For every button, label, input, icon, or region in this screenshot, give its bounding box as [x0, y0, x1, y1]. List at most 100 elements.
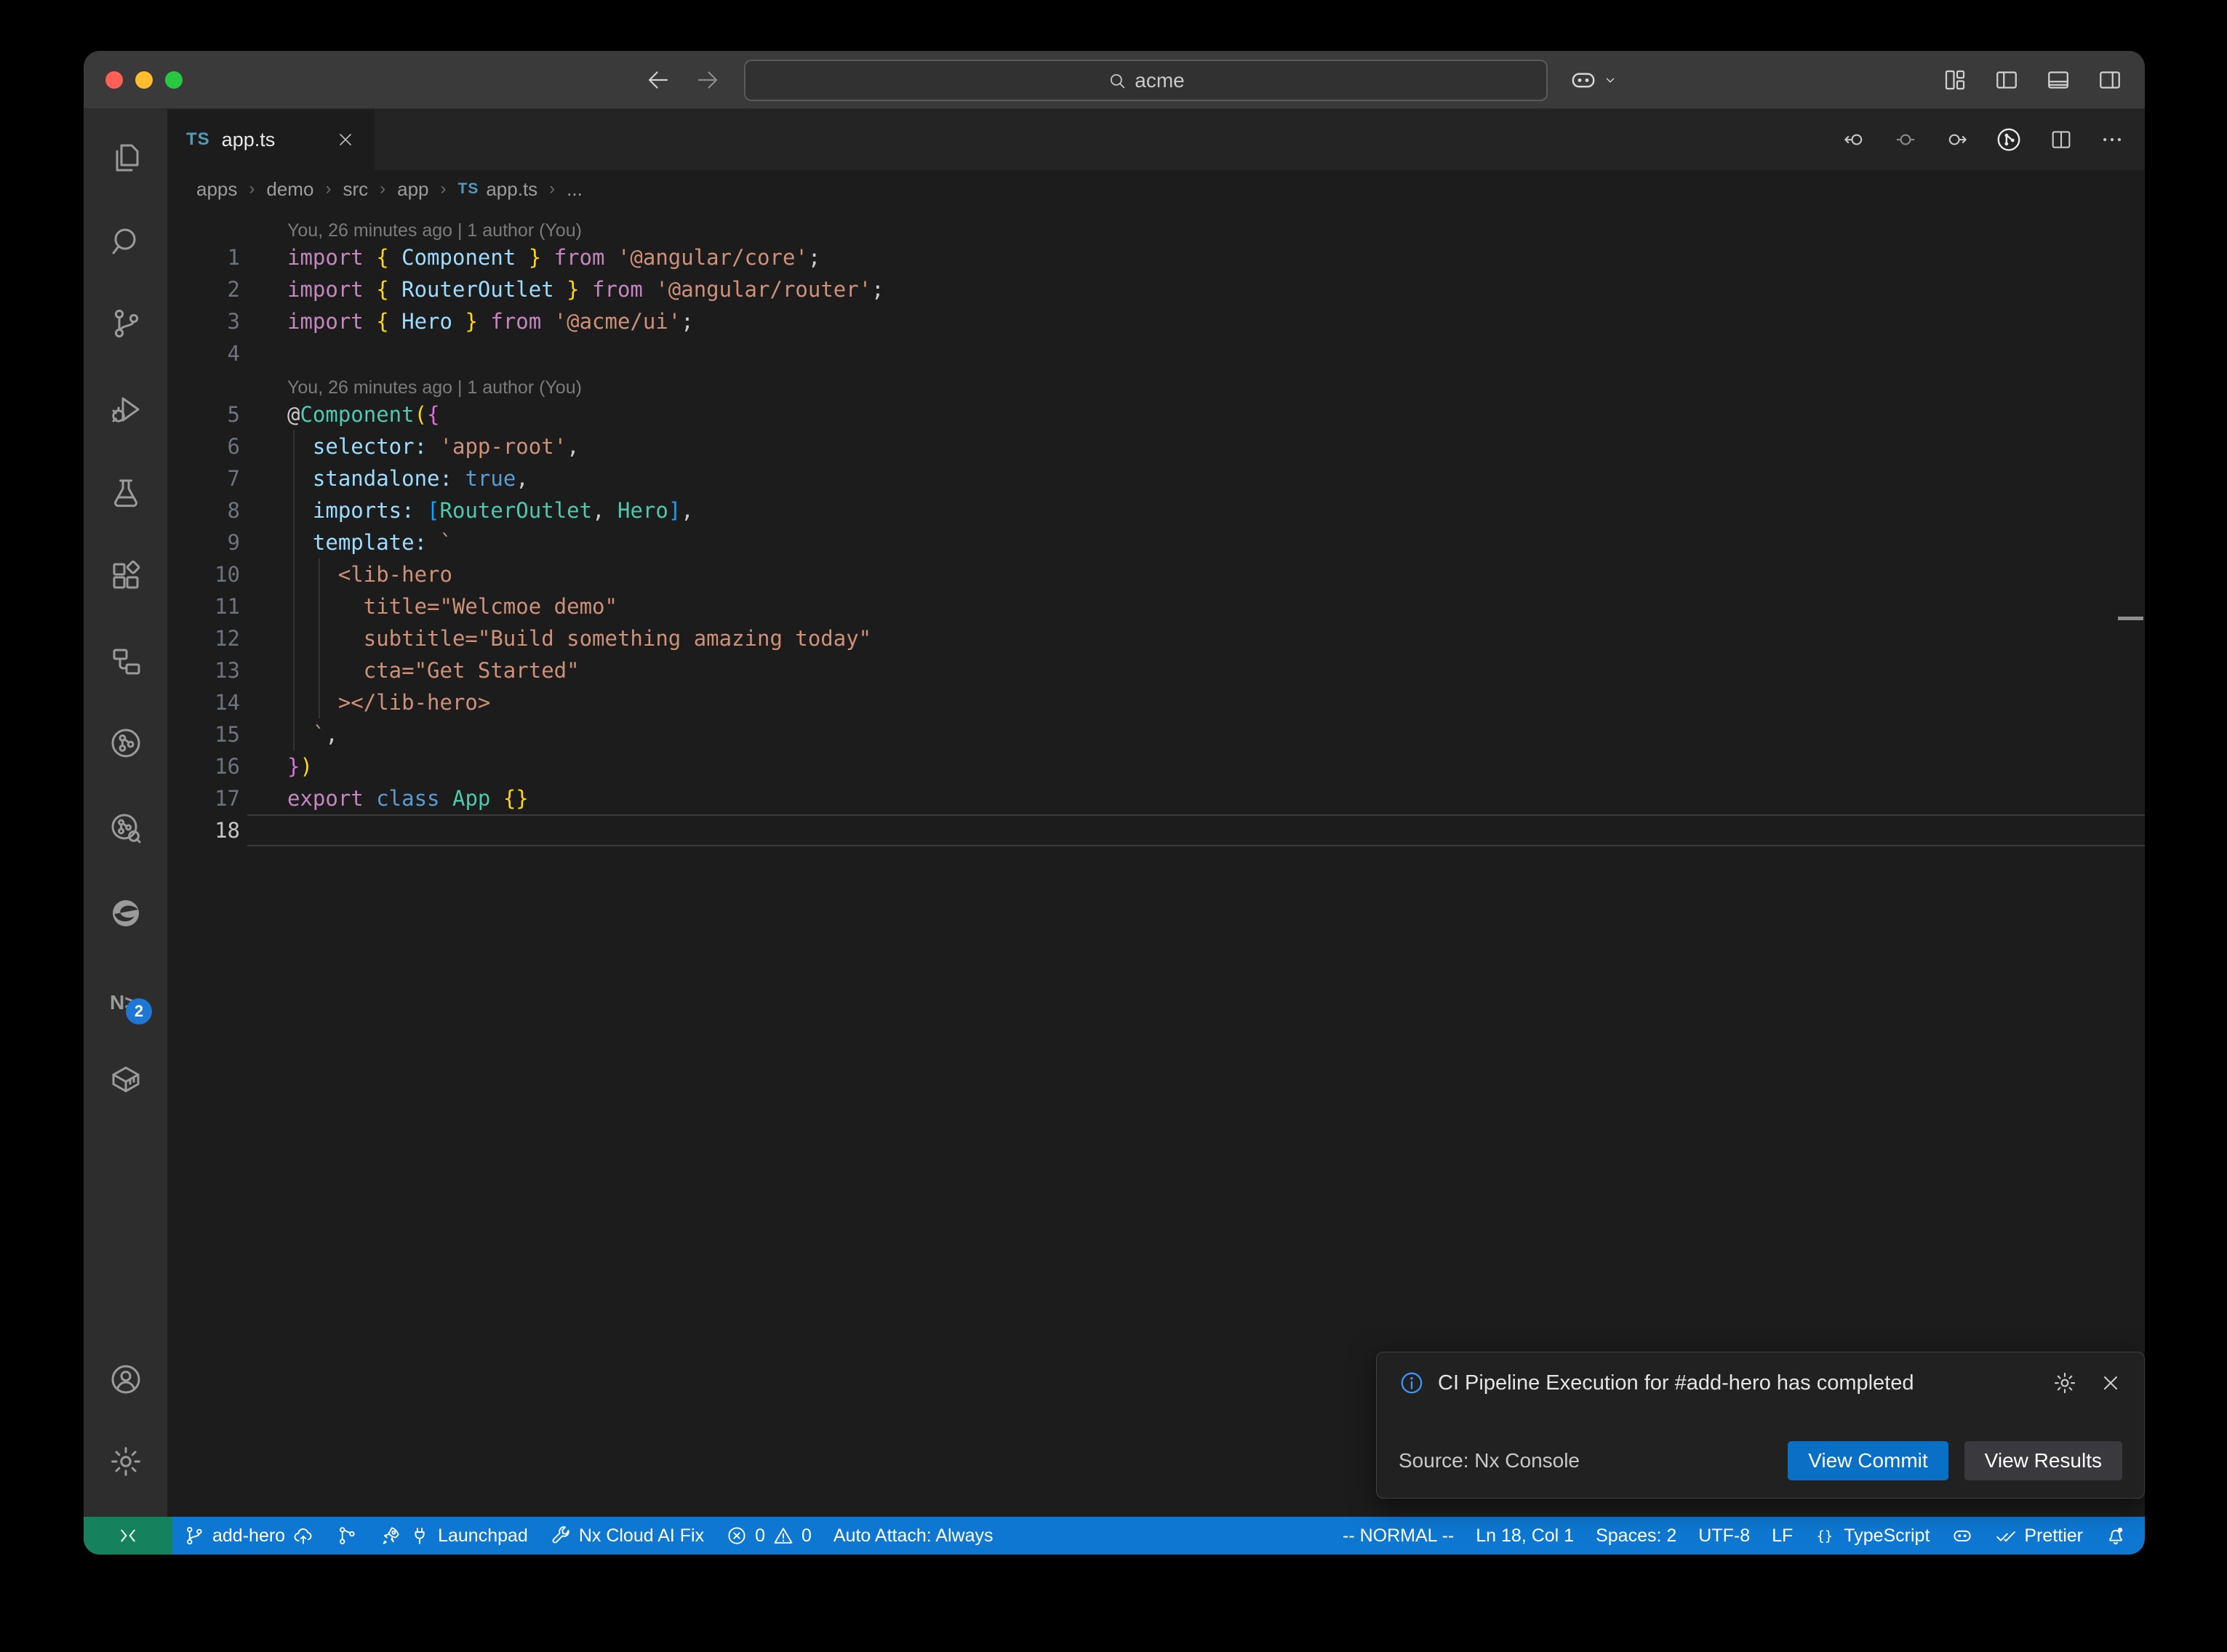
breadcrumb-separator-icon: › — [549, 179, 555, 199]
activity-item-accounts[interactable] — [84, 1358, 167, 1401]
code-text: import { Component } from '@angular/core… — [247, 241, 2145, 273]
command-center-search[interactable]: acme — [744, 60, 1548, 101]
view-results-button[interactable]: View Results — [1964, 1441, 2122, 1480]
layout-controls — [1942, 51, 2123, 109]
breadcrumb-item-app[interactable]: app — [397, 178, 428, 201]
back-icon[interactable] — [645, 67, 671, 93]
customize-layout-icon[interactable] — [1942, 67, 1968, 93]
activity-item-search[interactable] — [84, 220, 167, 263]
remote-indicator[interactable] — [84, 1517, 172, 1555]
forward-icon[interactable] — [695, 67, 721, 93]
activity-item-gitlens[interactable] — [84, 721, 167, 765]
indent-guide — [293, 526, 295, 558]
breadcrumb-item-[interactable]: ... — [567, 178, 583, 201]
code-text: standalone: true, — [247, 462, 2145, 494]
notification-close-icon[interactable] — [2099, 1371, 2122, 1395]
activity-item-nx-console[interactable]: N>2 — [84, 979, 167, 1023]
beaker-icon — [108, 476, 143, 510]
gitlens-search-icon — [108, 811, 143, 846]
code-text — [247, 337, 2145, 369]
line-number: 18 — [167, 818, 247, 843]
status-label: 0 — [755, 1525, 765, 1547]
activity-item-edge-tools[interactable] — [84, 891, 167, 935]
search-icon — [1107, 71, 1127, 91]
encoding-status[interactable]: UTF-8 — [1687, 1517, 1761, 1555]
split-editor-icon[interactable] — [2049, 127, 2074, 152]
code-line-3: 3import { Hero } from '@acme/ui'; — [167, 305, 2145, 337]
more-actions-icon[interactable] — [2100, 127, 2124, 152]
wrench-icon — [550, 1525, 572, 1547]
breadcrumb-item-src[interactable]: src — [343, 178, 368, 201]
status-left: add-hero Launchpad Nx Cloud AI Fix00Auto A… — [172, 1517, 1004, 1555]
auto-attach-status[interactable]: Auto Attach: Always — [823, 1517, 1004, 1555]
status-label: Ln 18, Col 1 — [1476, 1525, 1574, 1547]
zoom-window-button[interactable] — [165, 71, 183, 89]
copilot-menu[interactable] — [1569, 51, 1618, 109]
commit-graph-circle-icon[interactable] — [1995, 126, 2023, 153]
commit-graph-status[interactable] — [325, 1517, 369, 1555]
status-label: Launchpad — [438, 1525, 528, 1547]
minimize-window-button[interactable] — [135, 71, 153, 89]
activity-item-explorer[interactable] — [84, 136, 167, 180]
activity-item-settings[interactable] — [84, 1440, 167, 1483]
language-status[interactable]: {}TypeScript — [1804, 1517, 1940, 1555]
activity-item-containers[interactable] — [84, 1057, 167, 1101]
prev-change-icon[interactable] — [1842, 127, 1867, 152]
breadcrumb-item-demo[interactable]: demo — [266, 178, 313, 201]
debug-icon — [108, 392, 143, 427]
plug-icon — [409, 1525, 431, 1547]
code-text: imports: [RouterOutlet, Hero], — [247, 494, 2145, 526]
activity-item-extensions[interactable] — [84, 555, 167, 598]
code-text: cta="Get Started" — [247, 654, 2145, 686]
gitlens-icon — [108, 726, 143, 761]
copilot-status[interactable] — [1940, 1517, 1984, 1555]
prettier-status[interactable]: Prettier — [1984, 1517, 2094, 1555]
code-text: template: ` — [247, 526, 2145, 558]
extensions-icon — [108, 559, 143, 594]
overview-ruler-mark — [2118, 617, 2143, 620]
code-line-15: 15 `, — [167, 718, 2145, 750]
line-number: 12 — [167, 626, 247, 651]
close-tab-icon[interactable] — [335, 129, 356, 150]
branch-status[interactable]: add-hero — [172, 1517, 325, 1555]
cursor-position-status[interactable]: Ln 18, Col 1 — [1465, 1517, 1585, 1555]
layout-panel-icon[interactable] — [2045, 67, 2071, 93]
notification-toast: CI Pipeline Execution for #add-hero has … — [1376, 1352, 2145, 1499]
next-change-icon[interactable] — [1944, 127, 1969, 152]
breadcrumb-item-appts[interactable]: app.ts — [486, 178, 537, 201]
layout-sidebar-left-icon[interactable] — [1994, 67, 2020, 93]
activity-item-source-control[interactable] — [84, 302, 167, 345]
breadcrumb-item-apps[interactable]: apps — [196, 178, 237, 201]
problems-status[interactable]: 00 — [715, 1517, 823, 1555]
notifications-bell[interactable] — [2094, 1517, 2138, 1555]
activity-item-gitlens-inspect[interactable] — [84, 806, 167, 850]
source-control-icon — [108, 306, 143, 341]
tab-app-ts[interactable]: TS app.ts — [167, 109, 375, 170]
notification-settings-icon[interactable] — [2052, 1371, 2077, 1395]
status-label: TypeScript — [1844, 1525, 1930, 1547]
vim-mode-status[interactable]: -- NORMAL -- — [1332, 1517, 1465, 1555]
close-window-button[interactable] — [105, 71, 123, 89]
commit-graph-icon — [336, 1525, 358, 1547]
launchpad-status[interactable]: Launchpad — [369, 1517, 539, 1555]
line-number: 8 — [167, 498, 247, 523]
code-editor[interactable]: You, 26 minutes ago | 1 author (You)1imp… — [167, 208, 2145, 1517]
code-line-18: 18 — [167, 814, 2145, 846]
indentation-status[interactable]: Spaces: 2 — [1585, 1517, 1687, 1555]
remote-icon — [116, 1524, 140, 1547]
search-icon — [108, 224, 143, 259]
activity-item-testing[interactable] — [84, 471, 167, 515]
line-number: 3 — [167, 309, 247, 334]
view-commit-button[interactable]: View Commit — [1788, 1441, 1948, 1480]
indent-guide — [319, 654, 320, 686]
line-number: 2 — [167, 277, 247, 302]
activity-item-project-boxes[interactable] — [84, 640, 167, 683]
code-text: subtitle="Build something amazing today" — [247, 622, 2145, 654]
code-text: import { Hero } from '@acme/ui'; — [247, 305, 2145, 337]
code-line-14: 14 ></lib-hero> — [167, 686, 2145, 718]
layout-sidebar-right-icon[interactable] — [2097, 67, 2123, 93]
change-icon[interactable] — [1893, 127, 1918, 152]
nx-cloud-ai-fix-status[interactable]: Nx Cloud AI Fix — [539, 1517, 715, 1555]
activity-item-run-debug[interactable] — [84, 388, 167, 431]
eol-status[interactable]: LF — [1761, 1517, 1804, 1555]
